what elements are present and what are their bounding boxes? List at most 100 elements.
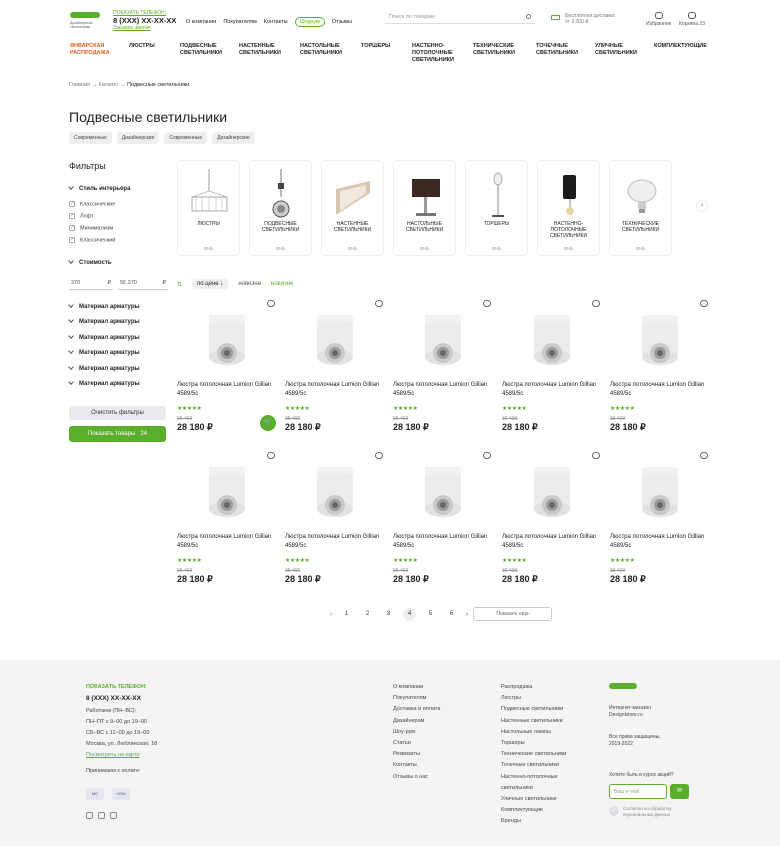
filter-checkbox[interactable]: ✓ Минимализм	[69, 225, 113, 231]
menu-item-outdoor[interactable]: УЛИЧНЫЕ СВЕТИЛЬНИКИ	[595, 43, 641, 64]
footer-logo[interactable]	[609, 683, 637, 689]
product-card[interactable]: Люстра потолочная Lumion Gillian 4589/5c…	[610, 298, 710, 448]
logo[interactable]	[70, 12, 100, 18]
tag-chip[interactable]: Дизайнерские	[116, 132, 160, 144]
footer-link[interactable]: светильники	[501, 783, 566, 794]
page-link[interactable]: 1	[340, 608, 353, 621]
nav-contacts[interactable]: Контакты	[264, 19, 288, 25]
heart-icon[interactable]	[375, 300, 383, 307]
menu-item-wall-ceiling[interactable]: НАСТЕННО-ПОТОЛОЧНЫЕ СВЕТИЛЬНИКИ	[412, 43, 460, 64]
page-link[interactable]: 5	[424, 608, 437, 621]
footer-link[interactable]: Распродажа	[501, 682, 566, 693]
footer-phone-label[interactable]: Показать телефон:	[86, 682, 157, 693]
menu-item-accessories[interactable]: КОМПЛЕКТУЮЩИЕ	[654, 43, 710, 64]
filter-group-price[interactable]: Стоимость	[68, 258, 111, 266]
filter-group-material[interactable]: Материал арматуры	[68, 379, 140, 387]
sort-by-popular[interactable]: новизне	[271, 281, 294, 287]
heart-icon[interactable]	[483, 300, 491, 307]
product-name[interactable]: Люстра потолочная Lumion Gillian 4589/5c	[393, 381, 493, 399]
footer-link[interactable]: Настенные светильники	[501, 716, 566, 727]
filter-checkbox[interactable]: ✓ Классические	[69, 201, 115, 207]
consent-checkbox[interactable]: ✓ Согласен на обработку персональных данны…	[609, 806, 672, 818]
footer-link[interactable]: Шоу-рум	[393, 727, 440, 738]
page-link[interactable]: 3	[382, 608, 395, 621]
product-name[interactable]: Люстра потолочная Lumion Gillian 4589/5c	[177, 533, 277, 551]
product-card[interactable]: Люстра потолочная Lumion Gillian 4589/5c…	[177, 450, 277, 600]
product-card[interactable]: Люстра потолочная Lumion Gillian 4589/5c…	[610, 450, 710, 600]
heart-icon[interactable]	[700, 452, 708, 459]
search-icon[interactable]	[526, 14, 531, 19]
page-link-active[interactable]: 4	[403, 608, 416, 621]
menu-item-floor[interactable]: ТОРШЕРЫ	[361, 43, 399, 64]
menu-item-technical[interactable]: ТЕХНИЧЕСКИЕ СВЕТИЛЬНИКИ	[473, 43, 523, 64]
page-link[interactable]: 6	[445, 608, 458, 621]
menu-item-sale[interactable]: ЯНВАРСКАЯ РАСПРОДАЖА	[70, 43, 116, 64]
carousel-next-button[interactable]: ›	[696, 200, 708, 212]
heart-icon[interactable]	[483, 452, 491, 459]
footer-link[interactable]: Торшеры	[501, 738, 566, 749]
footer-link[interactable]: Отзывы о нас	[393, 772, 440, 783]
footer-link[interactable]: Уличные светильники	[501, 794, 566, 805]
show-products-button[interactable]: Показать товары 24	[69, 426, 166, 442]
filter-checkbox[interactable]: ✓ Классический	[69, 237, 115, 243]
product-name[interactable]: Люстра потолочная Lumion Gillian 4589/5c	[285, 381, 385, 399]
breadcrumb-home[interactable]: Главная	[69, 82, 90, 88]
sort-by-newest[interactable]: новизне	[238, 281, 261, 287]
category-card[interactable]: НАСТЕННО-ПОТОЛОЧНЫЕ СВЕТИЛЬНИКИ 384k	[537, 160, 600, 256]
filter-group-material[interactable]: Материал арматуры	[68, 302, 140, 310]
footer-link[interactable]: Настольные лампы	[501, 727, 566, 738]
check-icon[interactable]: ✓	[609, 806, 619, 816]
product-name[interactable]: Люстра потолочная Lumion Gillian 4589/5c	[610, 533, 710, 551]
product-card[interactable]: Люстра потолочная Lumion Gillian 4589/5c…	[393, 298, 493, 448]
heart-icon[interactable]	[592, 300, 600, 307]
menu-item-pendant[interactable]: ПОДВЕСНЫЕ СВЕТИЛЬНИКИ	[180, 43, 226, 64]
show-more-button[interactable]: Показать еще	[473, 607, 552, 621]
footer-link[interactable]: Настенно-потолочные	[501, 772, 566, 783]
checkbox[interactable]: ✓	[69, 213, 75, 219]
product-name[interactable]: Люстра потолочная Lumion Gillian 4589/5c	[177, 381, 277, 399]
heart-icon[interactable]	[267, 452, 275, 459]
checkbox[interactable]: ✓	[69, 237, 75, 243]
category-card[interactable]: НАСТЕННЫЕ СВЕТИЛЬНИКИ 384k	[321, 160, 384, 256]
footer-link[interactable]: Реквизиты	[393, 749, 440, 760]
product-name[interactable]: Люстра потолочная Lumion Gillian 4589/5c	[610, 381, 710, 399]
callback-link[interactable]: Заказать звонок	[113, 25, 150, 31]
product-name[interactable]: Люстра потолочная Lumion Gillian 4589/5c	[502, 533, 602, 551]
checkbox[interactable]: ✓	[69, 225, 75, 231]
filter-group-material[interactable]: Материал арматуры	[68, 333, 140, 341]
heart-icon[interactable]	[267, 300, 275, 307]
menu-item-spot[interactable]: ТОЧЕЧНЫЕ СВЕТИЛЬНИКИ	[536, 43, 582, 64]
facebook-icon[interactable]	[98, 812, 105, 819]
footer-link[interactable]: О компании	[393, 682, 440, 693]
product-card[interactable]: Люстра потолочная Lumion Gillian 4589/5c…	[502, 450, 602, 600]
footer-link[interactable]: Дизайнерам	[393, 716, 440, 727]
footer-link[interactable]: Доставка и оплата	[393, 704, 440, 715]
menu-item-wall[interactable]: НАСТЕННЫЕ СВЕТИЛЬНИКИ	[239, 43, 287, 64]
footer-link[interactable]: Бренды	[501, 816, 566, 827]
filter-group-material[interactable]: Материал арматуры	[68, 364, 140, 372]
category-card[interactable]: ПОДВЕСНЫЕ СВЕТИЛЬНИКИ 384k	[249, 160, 312, 256]
product-card[interactable]: Люстра потолочная Lumion Gillian 4589/5c…	[393, 450, 493, 600]
heart-icon[interactable]	[700, 300, 708, 307]
filter-group-material[interactable]: Материал арматуры	[68, 317, 140, 325]
nav-about[interactable]: О компании	[186, 19, 216, 25]
heart-icon[interactable]	[592, 452, 600, 459]
nav-reviews[interactable]: Отзывы	[332, 19, 352, 25]
nav-customers[interactable]: Покупателям	[223, 19, 256, 25]
price-from-input[interactable]: 370 ₽	[69, 278, 113, 290]
footer-link[interactable]: Комплектующие	[501, 805, 566, 816]
tag-chip[interactable]: Современные	[164, 132, 208, 144]
category-card[interactable]: ЛЮСТРЫ 384k	[177, 160, 240, 256]
vk-icon[interactable]	[110, 812, 117, 819]
menu-item-chandeliers[interactable]: ЛЮСТРЫ	[129, 43, 167, 64]
product-name[interactable]: Люстра потолочная Lumion Gillian 4589/5c	[502, 381, 602, 399]
product-name[interactable]: Люстра потолочная Lumion Gillian 4589/5c	[285, 533, 385, 551]
filter-group-material[interactable]: Материал арматуры	[68, 348, 140, 356]
email-field[interactable]: Ваш e-mail	[609, 784, 667, 799]
product-card[interactable]: Люстра потолочная Lumion Gillian 4589/5c…	[285, 298, 385, 448]
category-card[interactable]: НАСТОЛЬНЫЕ СВЕТИЛЬНИКИ 384k	[393, 160, 456, 256]
footer-link[interactable]: Точечные светильники	[501, 760, 566, 771]
footer-link[interactable]: Подвесные светильники	[501, 704, 566, 715]
filter-group-style[interactable]: Стиль интерьера	[68, 184, 130, 192]
product-card[interactable]: Люстра потолочная Lumion Gillian 4589/5c…	[177, 298, 277, 448]
